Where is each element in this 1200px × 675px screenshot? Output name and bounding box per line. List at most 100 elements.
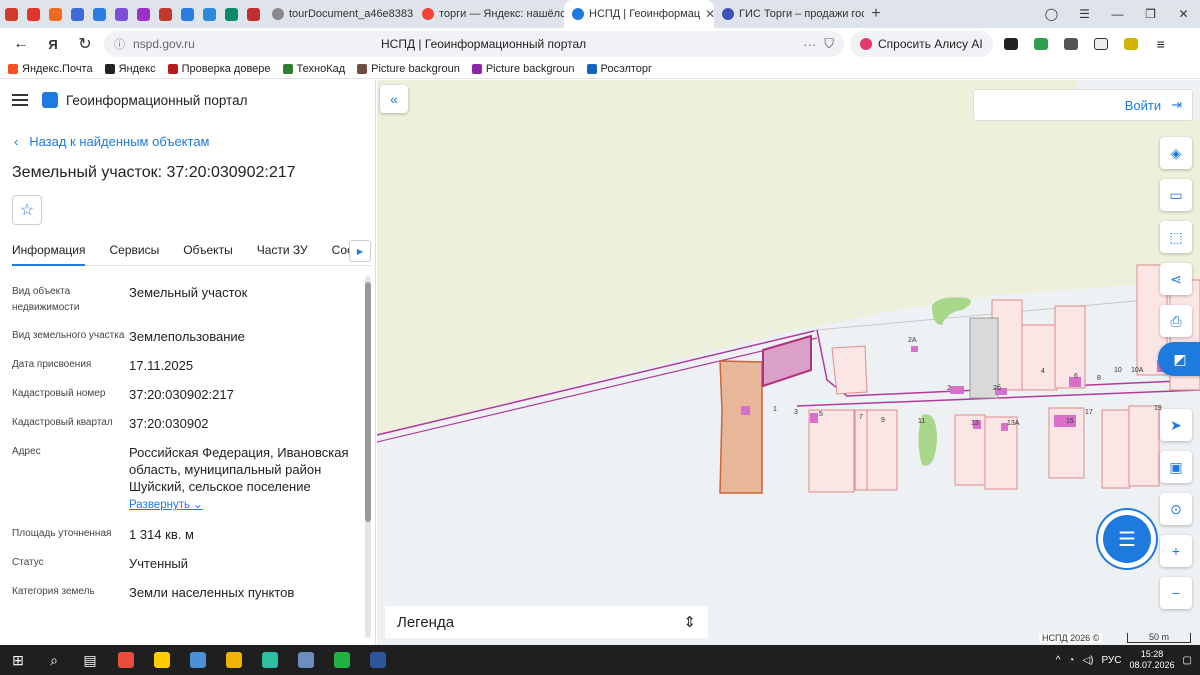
- login-button[interactable]: Войти ⇥: [973, 89, 1193, 121]
- taskbar-app[interactable]: [216, 645, 252, 675]
- info-tab[interactable]: Части ЗУ: [257, 238, 308, 266]
- select-area-button[interactable]: ⬚: [1160, 221, 1192, 253]
- expand-legend-icon[interactable]: ⇕: [683, 613, 696, 631]
- favorite-star-button[interactable]: ☆: [12, 195, 42, 225]
- tabs-next-button[interactable]: ▶: [349, 240, 371, 262]
- pinned-tab[interactable]: [66, 0, 88, 28]
- back-to-results-link[interactable]: ‹ Назад к найденным объектам: [14, 134, 210, 149]
- start-button[interactable]: ⊞: [0, 645, 36, 675]
- expand-address-link[interactable]: Развернуть ⌄: [129, 497, 356, 514]
- notifications-icon[interactable]: ▢: [1183, 655, 1192, 666]
- highlighted-parcel[interactable]: [719, 360, 763, 494]
- parcel-number-label: 15: [1066, 418, 1074, 425]
- tab-favicon-icon: [722, 8, 734, 20]
- task-view-button[interactable]: ▤: [72, 645, 108, 675]
- pinned-tab[interactable]: [242, 0, 264, 28]
- yandex-logo-icon[interactable]: Я: [40, 31, 66, 57]
- taskbar-app[interactable]: [180, 645, 216, 675]
- taskbar-app[interactable]: [252, 645, 288, 675]
- bookmark-item[interactable]: Picture backgroun: [357, 63, 460, 75]
- bookmark-item[interactable]: Picture backgroun: [471, 63, 575, 75]
- pinned-tab[interactable]: [44, 0, 66, 28]
- window-control-icon[interactable]: ☰: [1068, 7, 1101, 21]
- browser-tab[interactable]: НСПД | Геоинформац ✕: [564, 0, 714, 28]
- close-tab-icon[interactable]: ✕: [705, 7, 714, 21]
- parcel-number-label: 5: [819, 411, 823, 418]
- window-control-icon[interactable]: —: [1101, 7, 1134, 21]
- selected-parcel[interactable]: [762, 334, 812, 388]
- map-canvas[interactable]: 2А2 2б46 810 10А1 3 5 7 9 11 13 13А 151719: [377, 80, 1200, 645]
- browser-tab[interactable]: ГИС Торги – продажи гос: [714, 0, 864, 28]
- info-tab[interactable]: Информация: [12, 238, 86, 266]
- language-indicator[interactable]: РУС: [1101, 655, 1121, 666]
- pinned-tab[interactable]: [0, 0, 22, 28]
- pinned-tab[interactable]: [110, 0, 132, 28]
- volume-icon[interactable]: ◁): [1082, 655, 1093, 666]
- bookmark-item[interactable]: Яндекс.Почта: [8, 63, 93, 75]
- search-place-button[interactable]: ⊙: [1160, 493, 1192, 525]
- pinned-tab[interactable]: [132, 0, 154, 28]
- clock[interactable]: 15:28 08.07.2026: [1130, 649, 1175, 671]
- info-tab[interactable]: Сервисы: [109, 238, 159, 266]
- geolocation-button[interactable]: ➤: [1160, 409, 1192, 441]
- chevron-up-icon[interactable]: ^: [1056, 655, 1061, 666]
- pinned-tab[interactable]: [154, 0, 176, 28]
- extension-icon[interactable]: [1029, 33, 1053, 55]
- measure-button[interactable]: ▭: [1160, 179, 1192, 211]
- pinned-tab[interactable]: [198, 0, 220, 28]
- pinned-tab[interactable]: [88, 0, 110, 28]
- ask-alice-button[interactable]: Спросить Алису AI: [850, 31, 993, 57]
- back-arrow-icon[interactable]: ←: [8, 31, 34, 57]
- more-icon[interactable]: ···: [803, 37, 816, 52]
- window-control-icon[interactable]: ❐: [1134, 7, 1167, 21]
- site-info-icon[interactable]: ⓘ: [114, 36, 125, 52]
- window-control-icon[interactable]: ✕: [1167, 7, 1200, 21]
- browser-tab[interactable]: tourDocument_a46e8383: [264, 0, 414, 28]
- browser-tab[interactable]: торги — Яндекс: нашёлся: [414, 0, 564, 28]
- cadastral-map[interactable]: 2А 2 2б 4 6 8 10 10А 1 3 5 7 9 11 13 13А 15 17 19 « Войти …: [377, 80, 1200, 645]
- chevron-left-icon: ‹: [14, 134, 22, 149]
- parcel[interactable]: [831, 345, 868, 395]
- pinned-tab[interactable]: [176, 0, 198, 28]
- legend-panel[interactable]: Легенда ⇕: [385, 606, 708, 638]
- info-tab[interactable]: Объекты: [183, 238, 233, 266]
- window-control-icon[interactable]: ◯: [1035, 7, 1068, 21]
- chat-button[interactable]: ☰: [1103, 515, 1151, 563]
- extension-icon[interactable]: [999, 33, 1023, 55]
- site-favicon-icon: [48, 7, 62, 21]
- taskbar-app[interactable]: [324, 645, 360, 675]
- pinned-tab[interactable]: [220, 0, 242, 28]
- scrollbar-thumb[interactable]: [365, 282, 371, 522]
- reload-icon[interactable]: ↻: [72, 31, 98, 57]
- share-button[interactable]: ⋖: [1160, 263, 1192, 295]
- taskbar-app[interactable]: [108, 645, 144, 675]
- search-button[interactable]: ⌕: [36, 645, 72, 675]
- bookmark-label: ТехноКад: [296, 63, 346, 75]
- assistant-tab-button[interactable]: ◩: [1158, 342, 1200, 376]
- bookmark-item[interactable]: Проверка довере: [167, 63, 271, 75]
- extension-icon[interactable]: [1089, 33, 1113, 55]
- print-button[interactable]: ⎙: [1160, 305, 1192, 337]
- menu-icon[interactable]: [12, 94, 28, 106]
- network-icon[interactable]: ◔: [1068, 655, 1074, 666]
- bookmark-icon[interactable]: ⛉: [824, 36, 834, 52]
- bookmark-item[interactable]: Яндекс: [104, 63, 156, 75]
- collapse-panel-button[interactable]: «: [380, 85, 408, 113]
- new-tab-button[interactable]: +: [864, 5, 888, 23]
- pinned-tab[interactable]: [22, 0, 44, 28]
- bookmark-item[interactable]: ТехноКад: [282, 63, 346, 75]
- bookmark-item[interactable]: Росэлторг: [586, 63, 652, 75]
- panel-scrollbar[interactable]: [365, 276, 371, 638]
- taskbar-app[interactable]: [144, 645, 180, 675]
- task-view-icon: ▤: [83, 651, 97, 668]
- taskbar-app[interactable]: [288, 645, 324, 675]
- address-bar[interactable]: ⓘ nspd.gov.ru НСПД | Геоинформационный п…: [104, 31, 844, 57]
- menu-icon[interactable]: ≡: [1149, 33, 1173, 55]
- zoom-out-button[interactable]: −: [1160, 577, 1192, 609]
- taskbar-app[interactable]: [360, 645, 396, 675]
- extension-icon[interactable]: [1059, 33, 1083, 55]
- basemap-button[interactable]: ▣: [1160, 451, 1192, 483]
- zoom-in-button[interactable]: +: [1160, 535, 1192, 567]
- layers-button[interactable]: ◈: [1160, 137, 1192, 169]
- extension-icon[interactable]: [1119, 33, 1143, 55]
